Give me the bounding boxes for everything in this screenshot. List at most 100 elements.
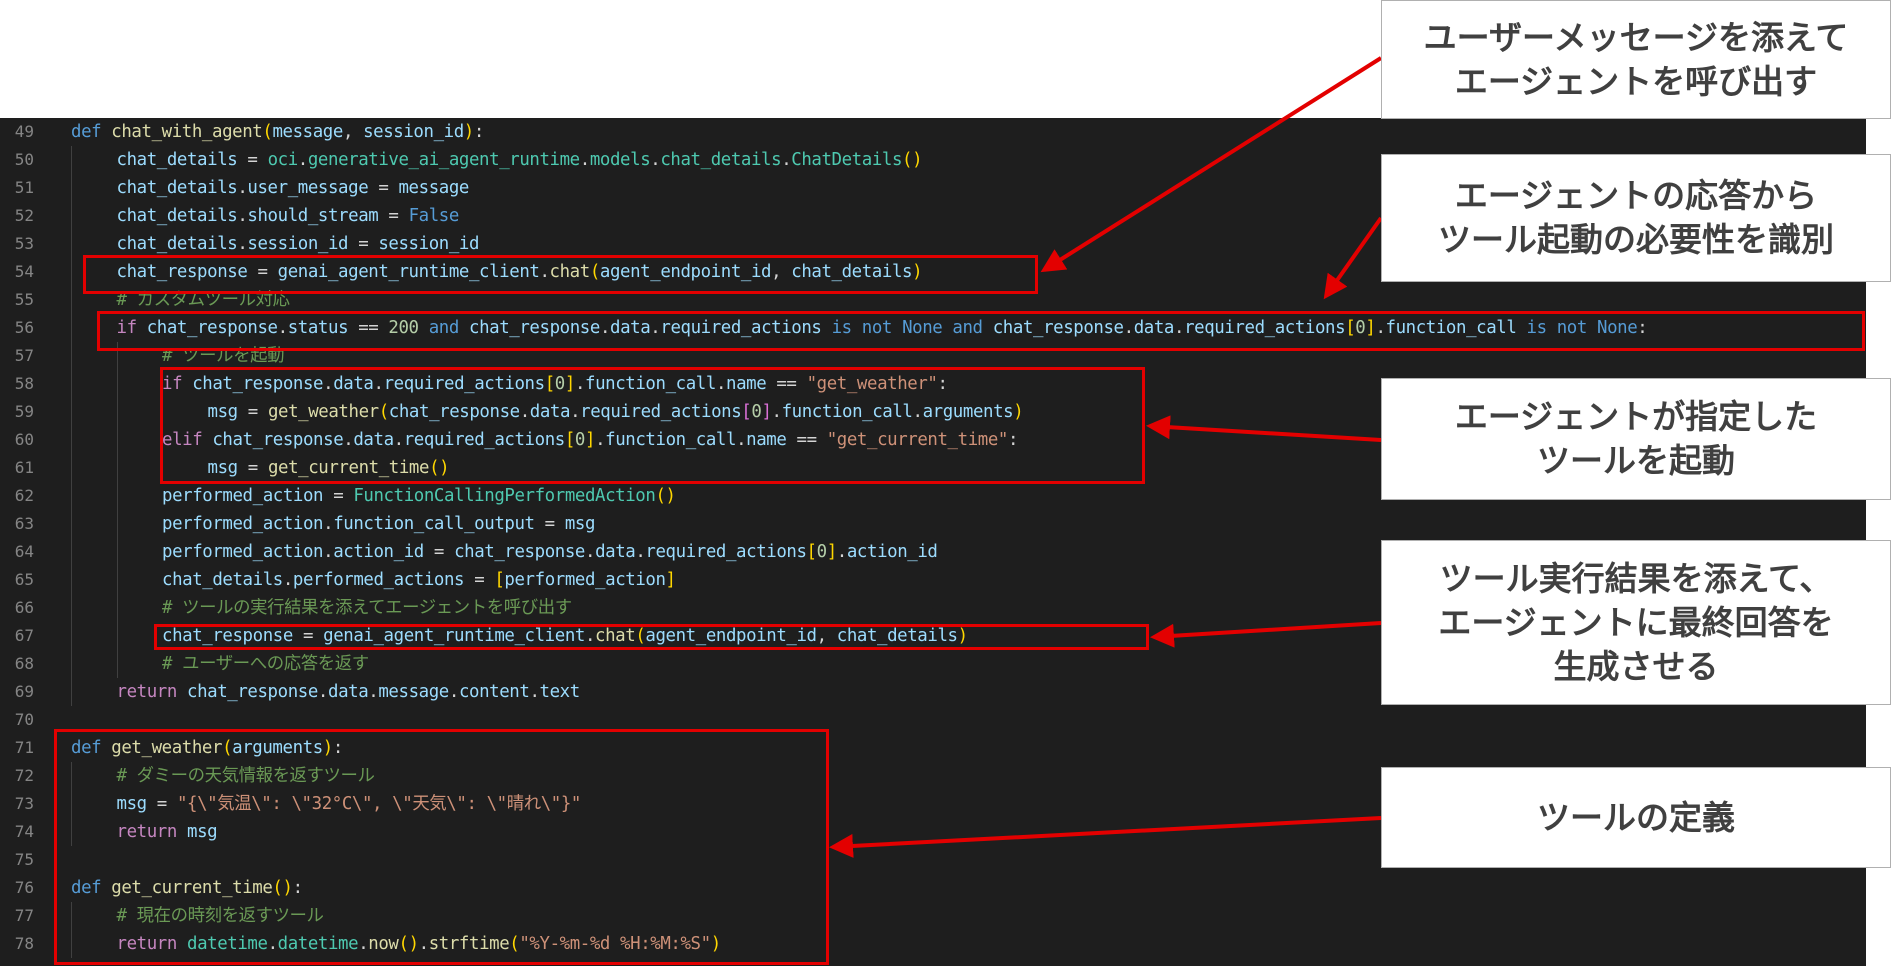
line-number: 49 — [14, 122, 34, 141]
callout-final-answer: ツール実行結果を添えて、 エージェントに最終回答を 生成させる — [1381, 540, 1891, 705]
code-token: should_stream — [247, 206, 379, 226]
code-token: data — [328, 682, 369, 702]
code-token: user_message — [247, 178, 369, 198]
code-token: 0 — [816, 542, 827, 562]
line-number: 76 — [14, 878, 34, 897]
indent-guide — [116, 650, 118, 678]
line-number: 52 — [14, 206, 34, 225]
code-token: performed_actions — [292, 570, 465, 590]
code-token: . — [237, 178, 248, 198]
code-token: , — [342, 122, 364, 142]
code-token: ] — [826, 542, 837, 562]
code-token: . — [323, 542, 334, 562]
indent-guide — [116, 566, 118, 594]
indent-guide — [71, 594, 72, 622]
code-line[interactable]: 63 performed_action.function_call_output … — [0, 510, 1866, 538]
code-token: . — [781, 150, 792, 170]
code-token: chat_details — [162, 570, 283, 590]
line-number: 75 — [14, 850, 34, 869]
indent-guide — [71, 454, 72, 482]
line-number: 65 — [14, 570, 34, 589]
line-number: 63 — [14, 514, 34, 533]
code-token: . — [282, 570, 293, 590]
code-token: . — [836, 542, 847, 562]
code-token: return — [116, 682, 178, 702]
code-token: = — [423, 542, 455, 562]
callout-line: エージェントを呼び出す — [1454, 61, 1818, 101]
indent-guide — [71, 622, 72, 650]
code-token: chat_response — [187, 682, 318, 702]
line-number: 50 — [14, 150, 34, 169]
code-token: . — [579, 150, 590, 170]
line-number: 74 — [14, 822, 34, 841]
indent-guide — [116, 622, 118, 650]
code-line[interactable]: 49 def chat_with_agent(message, session_i… — [0, 118, 1866, 146]
code-token: # ユーザーへの応答を返す — [162, 654, 369, 674]
code-text: def chat_with_agent(message, session_id)… — [71, 118, 484, 146]
line-number: 62 — [14, 486, 34, 505]
line-number: 53 — [14, 234, 34, 253]
line-number: 71 — [14, 738, 34, 757]
code-token: = — [534, 514, 565, 534]
code-token: generative_ai_agent_runtime — [307, 150, 580, 170]
line-number: 70 — [14, 710, 34, 729]
code-token: ) — [463, 122, 474, 142]
indent-guide — [116, 426, 118, 454]
indent-guide — [71, 566, 72, 594]
code-token: chat_details — [116, 206, 238, 226]
indent-guide — [71, 510, 72, 538]
callout-line: ツールの定義 — [1537, 797, 1735, 837]
code-text: # ユーザーへの応答を返す — [162, 650, 369, 678]
indent-guide — [116, 398, 118, 426]
code-token: action_id — [333, 542, 424, 562]
code-token: . — [237, 234, 248, 254]
line-number: 56 — [14, 318, 34, 337]
indent-guide — [116, 370, 118, 398]
indent-guide — [116, 538, 118, 566]
indent-guide — [71, 398, 72, 426]
line-number: 64 — [14, 542, 34, 561]
line-number: 68 — [14, 654, 34, 673]
line-number: 72 — [14, 766, 34, 785]
code-token: . — [297, 150, 308, 170]
code-token: performed_action — [162, 486, 324, 506]
code-text: # ツールの実行結果を添えてエージェントを呼び出す — [162, 594, 572, 622]
line-number: 60 — [14, 430, 34, 449]
line-number: 55 — [14, 290, 34, 309]
callout-line: エージェントの応答から — [1454, 176, 1818, 215]
line-number: 69 — [14, 682, 34, 701]
line-number: 57 — [14, 346, 34, 365]
code-text: chat_details.user_message = message — [117, 174, 470, 202]
indent-guide — [116, 594, 118, 622]
code-token: . — [650, 150, 661, 170]
code-token: text — [539, 682, 581, 702]
code-token: [ — [806, 542, 817, 562]
code-token: message — [272, 122, 343, 142]
code-text: chat_details.should_stream = False — [116, 202, 460, 230]
code-token: . — [323, 514, 334, 534]
indent-guide — [71, 342, 72, 370]
code-text: performed_action.function_call_output = … — [162, 510, 595, 538]
code-text: performed_action = FunctionCallingPerfor… — [162, 482, 676, 510]
code-token: def — [71, 122, 102, 142]
indent-guide — [71, 174, 72, 202]
code-token: . — [448, 682, 459, 702]
code-token: models — [589, 150, 651, 170]
code-token: data — [595, 542, 636, 562]
line-number: 61 — [14, 458, 34, 477]
callout-line: ツール実行結果を添えて、 — [1439, 558, 1833, 598]
code-token: . — [317, 682, 328, 702]
code-token: chat_with_agent — [111, 122, 263, 142]
indent-guide — [71, 286, 72, 314]
highlight-box-chat-call — [83, 255, 1038, 294]
code-token: . — [584, 542, 596, 562]
callout-line: ツール起動の必要性を識別 — [1438, 220, 1834, 259]
code-token: oci — [267, 150, 299, 170]
code-text: performed_action.action_id = chat_respon… — [162, 538, 938, 566]
code-text: chat_details.performed_actions = [perfor… — [162, 566, 676, 594]
code-token: ( — [262, 122, 273, 142]
indent-guide — [116, 454, 118, 482]
code-token: [ — [494, 570, 505, 590]
callout-line: 生成させる — [1553, 646, 1719, 686]
